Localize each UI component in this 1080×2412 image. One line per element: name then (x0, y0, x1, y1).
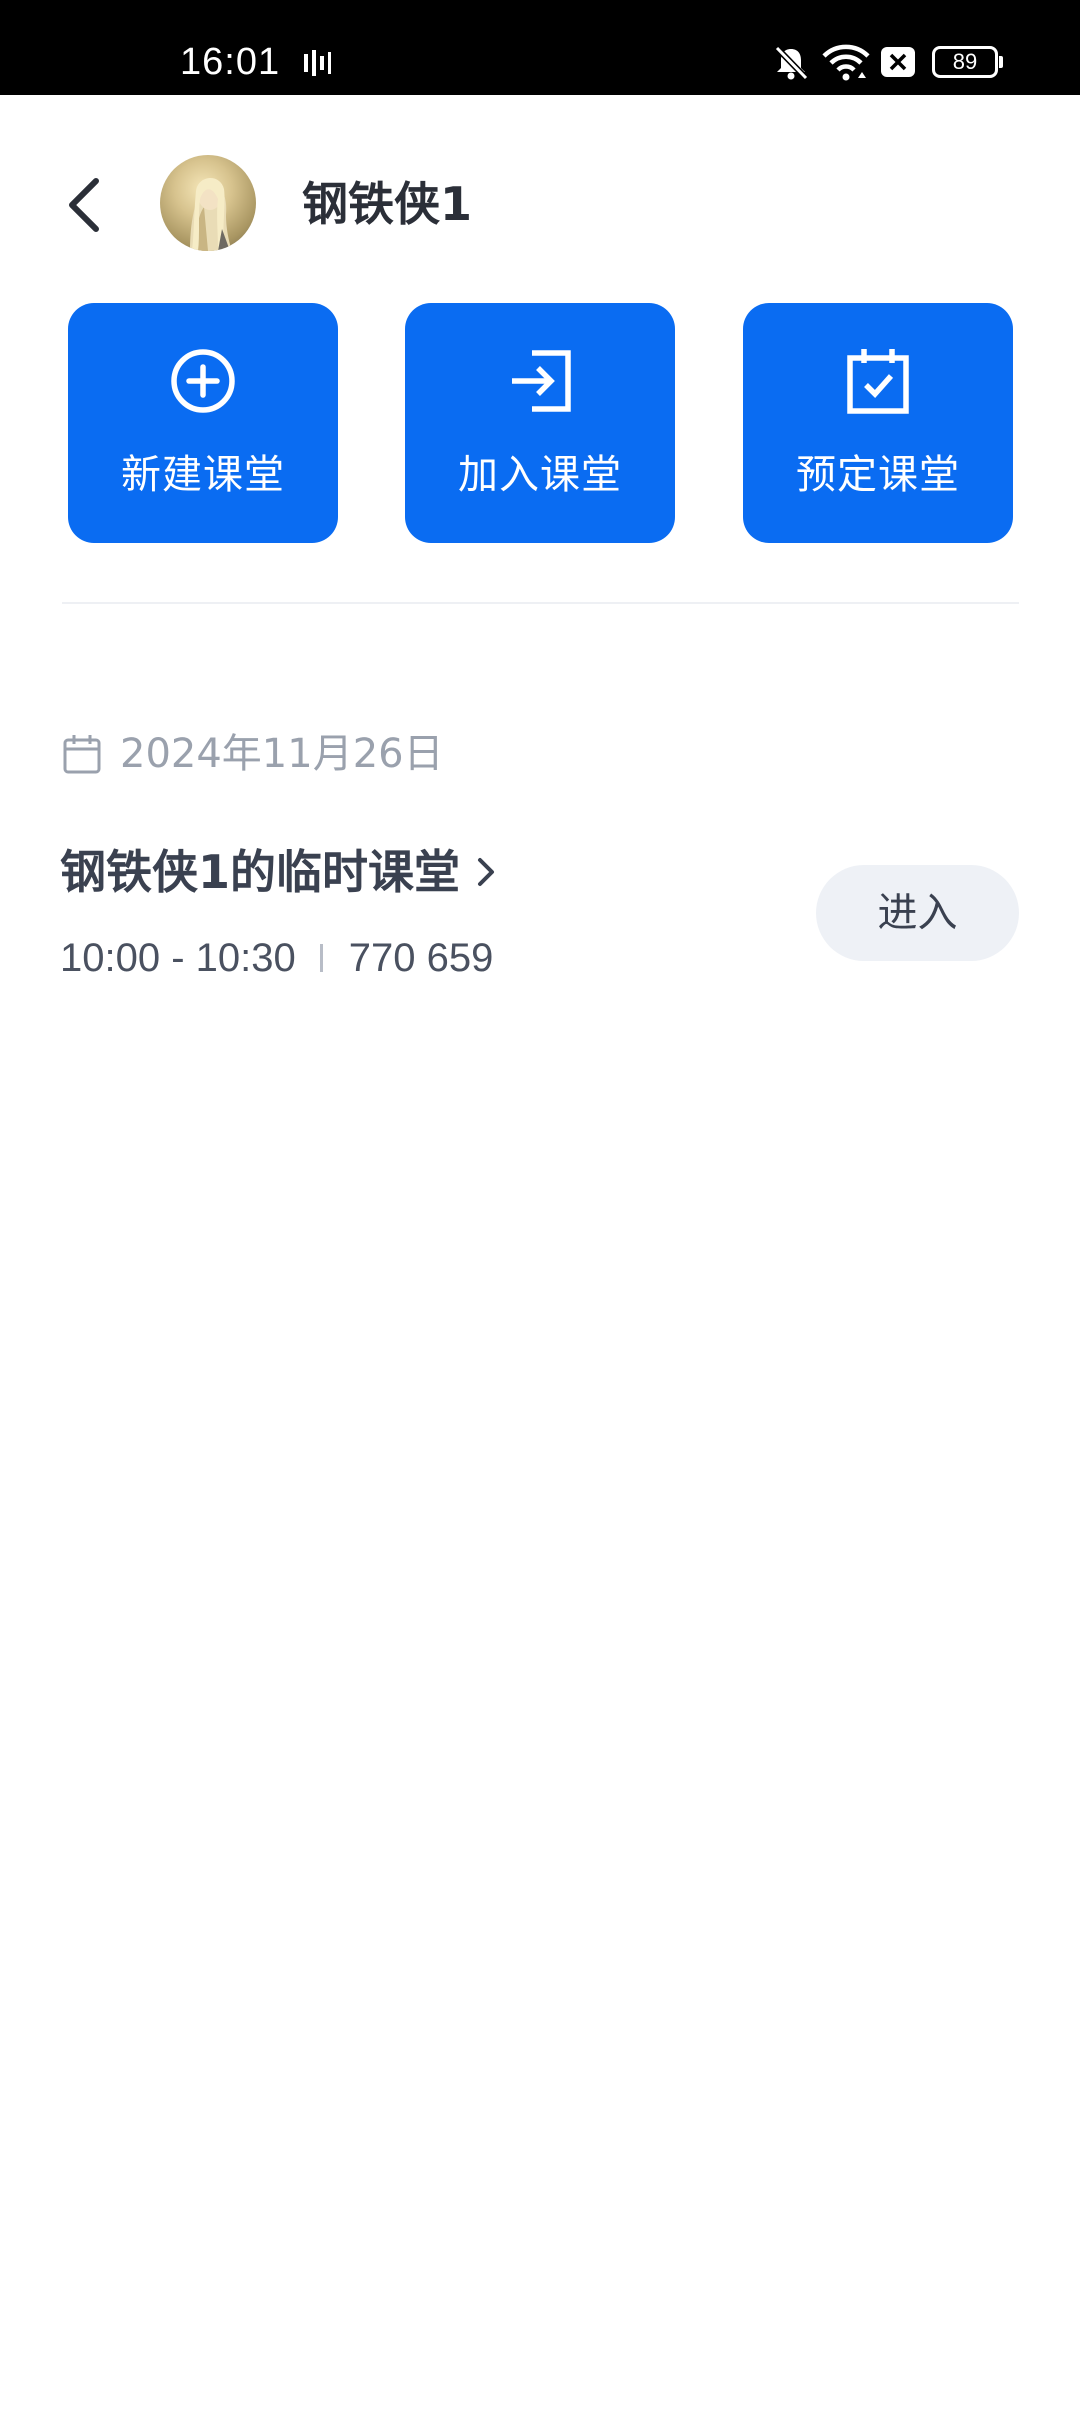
meeting-room-id: 770 659 (348, 935, 494, 980)
meeting-time: 10:00 - 10:30 (60, 935, 296, 980)
divider (62, 602, 1019, 604)
calendar-icon (63, 735, 101, 774)
status-bar: 16:01 89 (0, 0, 1080, 95)
date-header: 2024年11月26日 (62, 726, 444, 782)
join-class-label: 加入课堂 (458, 452, 622, 498)
login-arrow-icon (512, 350, 571, 412)
schedule-class-label: 预定课堂 (796, 452, 960, 498)
meeting-meta: 10:00 - 10:30 770 659 (60, 930, 493, 986)
chevron-left-icon (69, 178, 99, 232)
new-class-button[interactable]: 新建课堂 (68, 303, 338, 543)
meeting-title: 钢铁侠1的临时课堂 (60, 845, 461, 899)
avatar-image (190, 177, 232, 251)
plus-circle-icon (171, 349, 235, 413)
chevron-right-icon (478, 858, 495, 886)
sim-off-icon (881, 47, 915, 77)
action-buttons: 新建课堂 加入课堂 预定课堂 (68, 303, 1013, 543)
user-name: 钢铁侠1 (302, 177, 473, 231)
date-text: 2024年11月26日 (120, 731, 444, 777)
meta-separator (319, 944, 323, 972)
wifi-icon (822, 44, 870, 81)
mute-bell-icon (774, 45, 809, 81)
new-class-label: 新建课堂 (121, 452, 285, 498)
enter-button[interactable]: 进入 (816, 865, 1019, 961)
back-button[interactable] (54, 165, 114, 245)
calendar-check-icon (847, 349, 909, 414)
meeting-title-link[interactable]: 钢铁侠1的临时课堂 (60, 842, 498, 902)
status-time: 16:01 (180, 41, 281, 83)
join-class-button[interactable]: 加入课堂 (405, 303, 675, 543)
avatar[interactable] (160, 155, 256, 251)
battery-icon: 89 (932, 46, 1003, 78)
schedule-class-button[interactable]: 预定课堂 (743, 303, 1013, 543)
signal-bars-icon (304, 50, 331, 76)
